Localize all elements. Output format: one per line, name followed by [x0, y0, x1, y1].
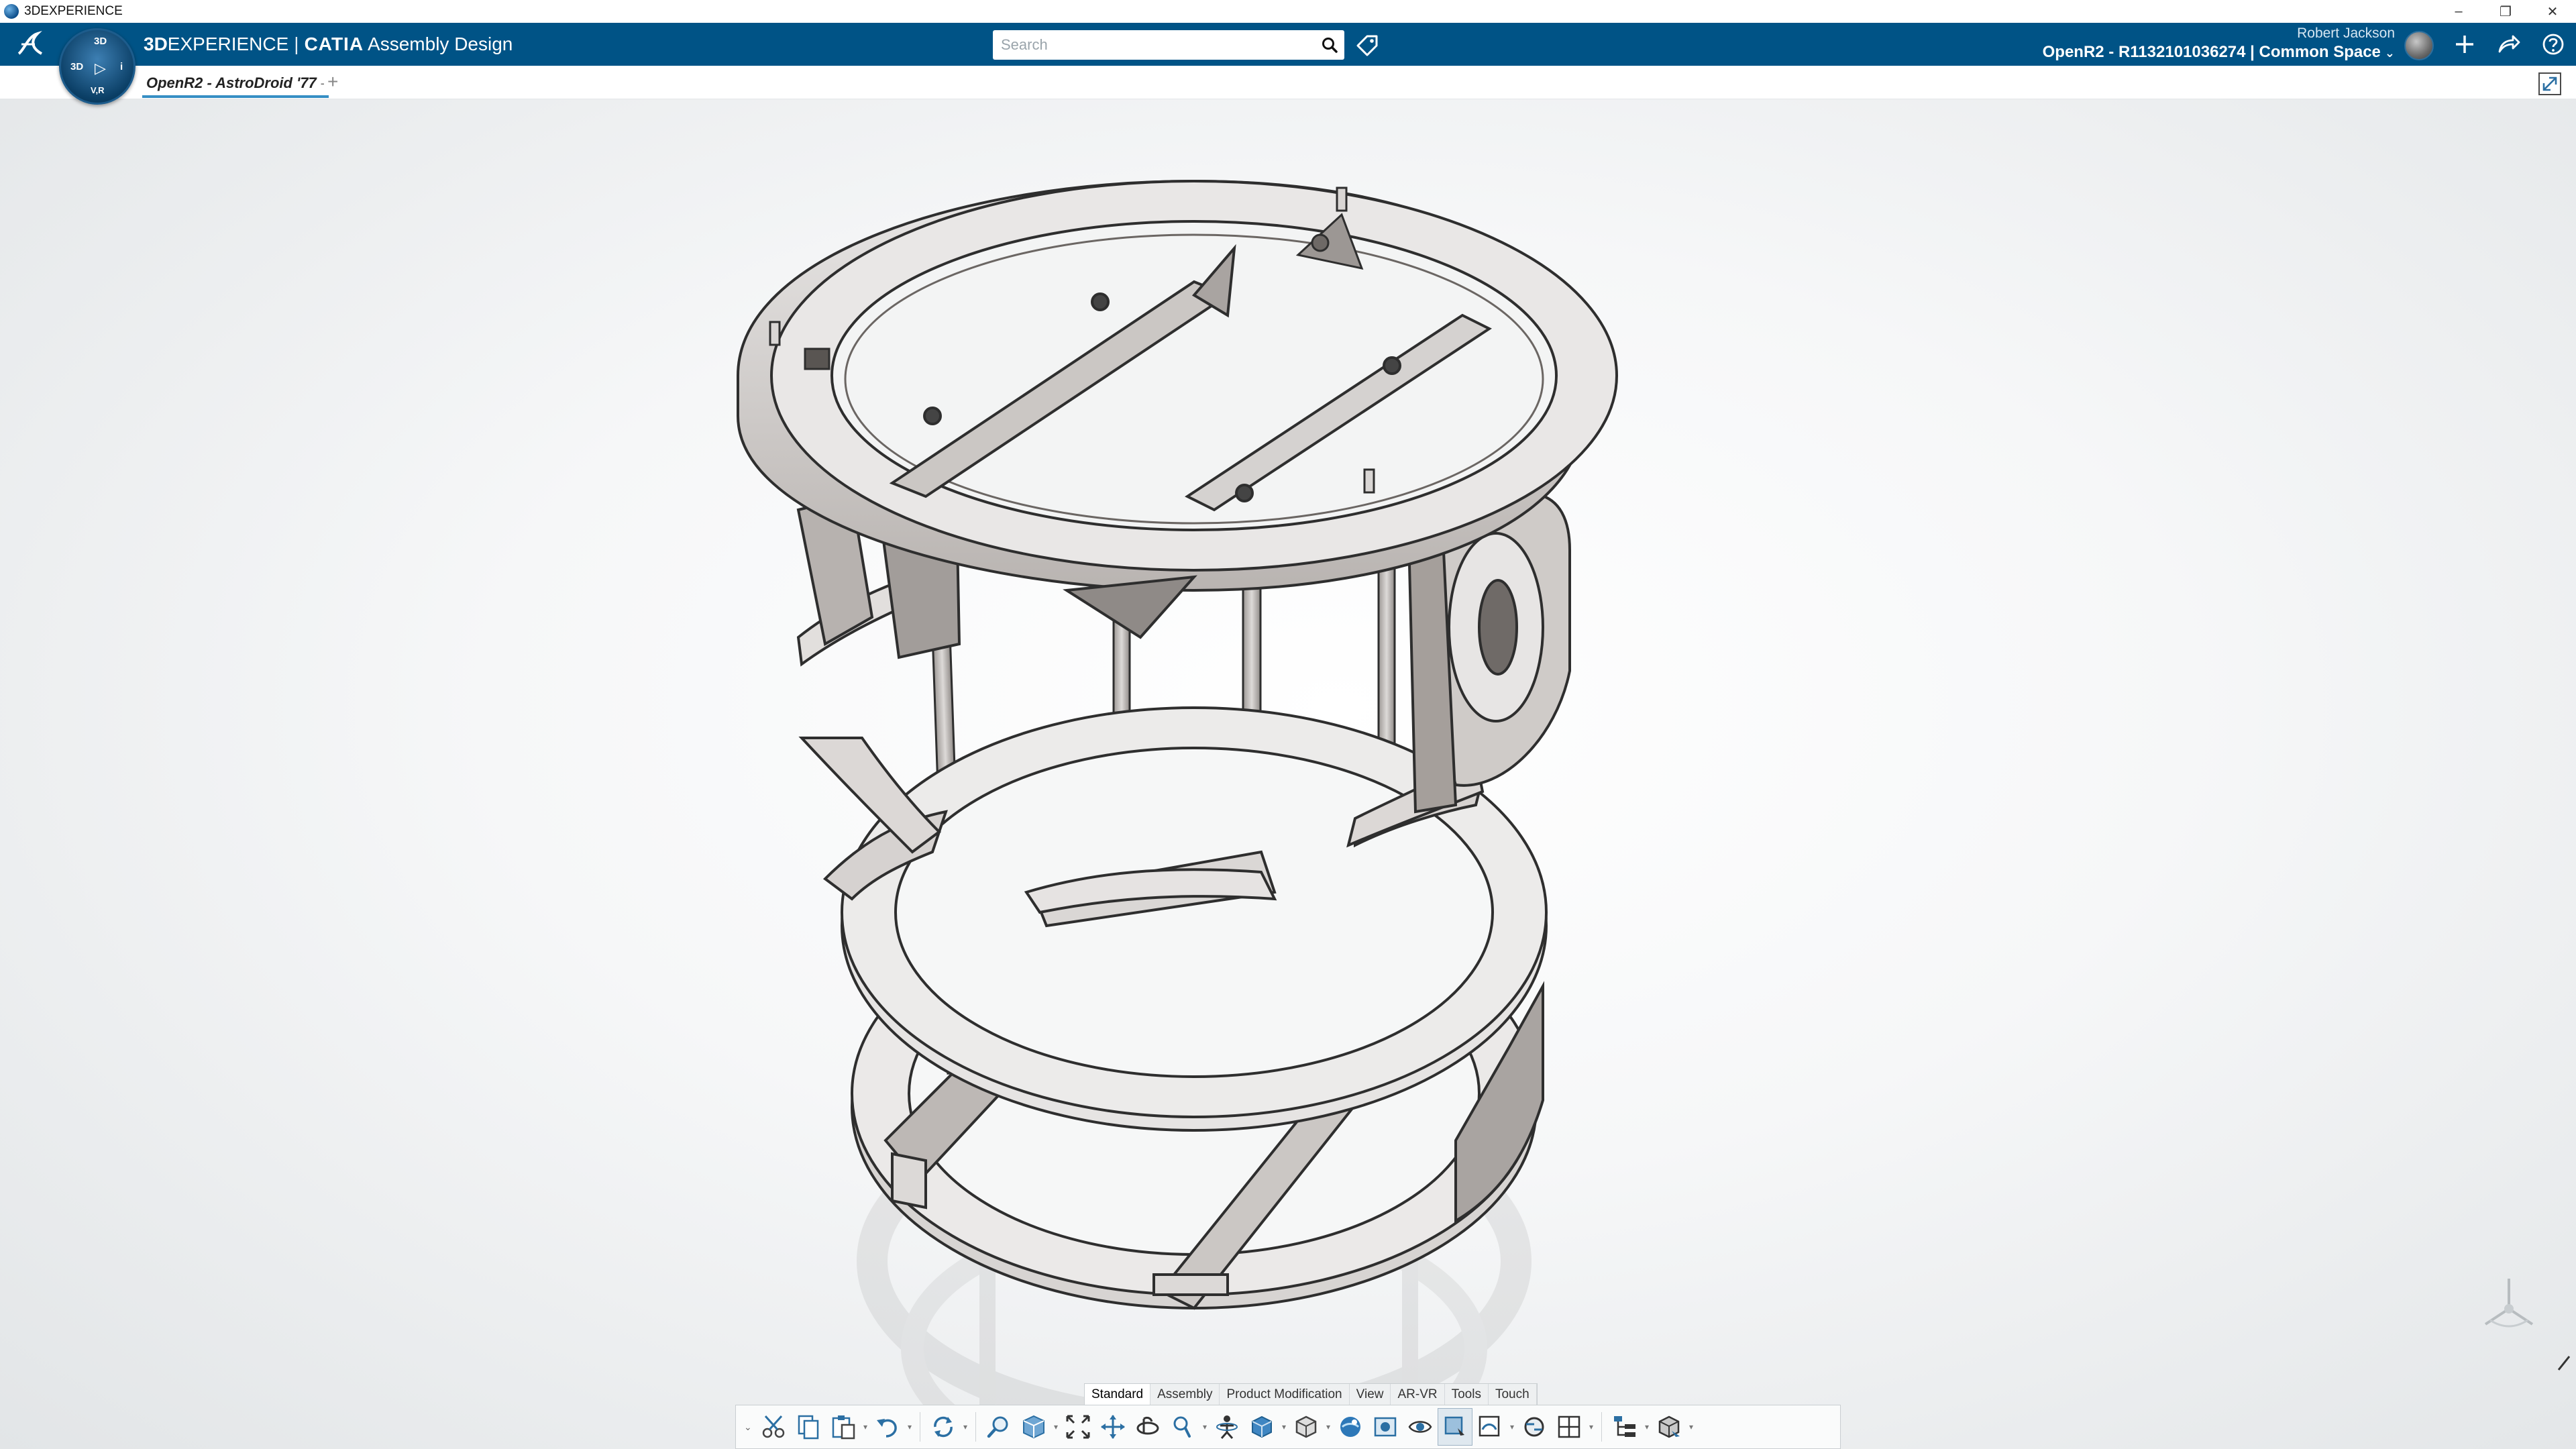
zoom-in-out-icon[interactable]: [1165, 1408, 1200, 1446]
close-window-button[interactable]: ✕: [2529, 0, 2576, 23]
axis-triad-icon[interactable]: [2475, 1272, 2542, 1332]
search-input[interactable]: [993, 30, 1315, 60]
compass-left: 3D: [70, 61, 84, 72]
paste-options-dropdown[interactable]: ▾: [861, 1408, 870, 1446]
tab-tools[interactable]: Tools: [1445, 1384, 1489, 1405]
restore-button[interactable]: ❐: [2482, 0, 2529, 23]
tree-dropdown[interactable]: ▾: [1642, 1408, 1652, 1446]
collab-space-label: OpenR2 - R1132101036274 | Common Space: [2042, 43, 2381, 61]
search-box[interactable]: [993, 30, 1344, 60]
tab-view[interactable]: View: [1350, 1384, 1391, 1405]
compass-widget[interactable]: 3D 3D ▷ i V,R: [59, 28, 136, 105]
zoom-icon[interactable]: [981, 1408, 1016, 1446]
window-title: 3DEXPERIENCE: [24, 4, 123, 18]
snapshot-icon[interactable]: [1368, 1408, 1403, 1446]
update-icon[interactable]: [926, 1408, 961, 1446]
app-brand: 3DEXPERIENCE | CATIA Assembly Design: [144, 34, 513, 55]
action-bar-toolbar: ⌄ ▾ ▾ ▾ ▾ ▾ ▾ ▾ ▾ ▾ ▾ ▾: [735, 1405, 1841, 1449]
insert-dropdown[interactable]: ▾: [1686, 1408, 1696, 1446]
window-controls: – ❐ ✕: [2435, 0, 2576, 23]
os-title-bar: 3DEXPERIENCE – ❐ ✕: [0, 0, 2576, 23]
3d-viewport[interactable]: [0, 99, 2576, 1449]
view-cube-icon[interactable]: [1016, 1408, 1051, 1446]
tag-icon[interactable]: [1354, 32, 1381, 59]
toolbar-separator: [975, 1412, 976, 1442]
user-name: Robert Jackson: [2297, 25, 2395, 41]
undo-icon[interactable]: [870, 1408, 905, 1446]
brand-experience: EXPERIENCE: [167, 34, 289, 54]
search-icon[interactable]: [1315, 30, 1344, 60]
share-icon[interactable]: [2494, 30, 2524, 59]
tab-document[interactable]: OpenR2 - AstroDroid '77 -: [142, 71, 329, 98]
top-ring[interactable]: [737, 179, 1618, 592]
add-tab-button[interactable]: +: [327, 71, 338, 93]
render-style-dropdown[interactable]: ▾: [1324, 1408, 1333, 1446]
layout-icon[interactable]: [1552, 1408, 1587, 1446]
avatar[interactable]: [2404, 31, 2434, 60]
chevron-down-icon[interactable]: ⌄: [744, 1421, 756, 1433]
tab-product-modification[interactable]: Product Modification: [1220, 1384, 1350, 1405]
app-top-bar: 3DEXPERIENCE|CATIAAssembly Design Robert…: [0, 23, 2576, 66]
view-cube-dropdown[interactable]: ▾: [1051, 1408, 1061, 1446]
rotate-icon[interactable]: [1130, 1408, 1165, 1446]
fit-all-icon[interactable]: [1061, 1408, 1095, 1446]
copy-icon[interactable]: [791, 1408, 826, 1446]
paste-icon[interactable]: [826, 1408, 861, 1446]
assembly-model[interactable]: [0, 99, 2576, 1449]
zoom-dropdown[interactable]: ▾: [1200, 1408, 1210, 1446]
minimize-button[interactable]: –: [2435, 0, 2482, 23]
ambiance-icon[interactable]: [1333, 1408, 1368, 1446]
tab-standard[interactable]: Standard: [1085, 1384, 1151, 1405]
undo-dropdown[interactable]: ▾: [905, 1408, 914, 1446]
section-icon[interactable]: [1472, 1408, 1507, 1446]
brand-3d: 3D: [144, 34, 168, 54]
help-icon[interactable]: [2538, 30, 2568, 59]
app-name: Assembly Design: [368, 34, 513, 54]
play-icon[interactable]: ▷: [95, 60, 106, 77]
brand-product: CATIA: [304, 34, 364, 54]
clipping-icon[interactable]: [1438, 1408, 1472, 1446]
add-icon[interactable]: [2450, 30, 2479, 59]
compass-bottom: V,R: [91, 85, 105, 95]
tab-document-label: OpenR2 - AstroDroid '77: [146, 74, 317, 91]
section-dropdown[interactable]: ▾: [1507, 1408, 1517, 1446]
toolbar-separator: [1601, 1412, 1602, 1442]
collab-space-selector[interactable]: OpenR2 - R1132101036274 | Common Space ⌄: [2043, 43, 2395, 62]
compass-top: 3D: [94, 36, 107, 47]
fly-mode-icon[interactable]: [1210, 1408, 1244, 1446]
tab-menu-icon[interactable]: -: [321, 76, 325, 91]
pan-icon[interactable]: [1095, 1408, 1130, 1446]
refresh-view-icon[interactable]: [1517, 1408, 1552, 1446]
view-selector-icon[interactable]: [1244, 1408, 1279, 1446]
tree-icon[interactable]: [1607, 1408, 1642, 1446]
tab-ar-vr[interactable]: AR-VR: [1391, 1384, 1445, 1405]
cut-icon[interactable]: [756, 1408, 791, 1446]
chevron-down-icon: ⌄: [2384, 46, 2395, 60]
compass-right: i: [120, 61, 123, 72]
view-selector-dropdown[interactable]: ▾: [1279, 1408, 1289, 1446]
update-dropdown[interactable]: ▾: [961, 1408, 970, 1446]
layout-dropdown[interactable]: ▾: [1587, 1408, 1596, 1446]
tab-assembly[interactable]: Assembly: [1150, 1384, 1220, 1405]
fullscreen-icon[interactable]: [2537, 71, 2563, 97]
pointer-icon: [2557, 1356, 2571, 1371]
app-logo-icon: [4, 4, 19, 19]
hide-show-icon[interactable]: [1403, 1408, 1438, 1446]
render-style-icon[interactable]: [1289, 1408, 1324, 1446]
top-actions: [2450, 30, 2568, 59]
dassault-logo-icon[interactable]: [15, 30, 46, 66]
action-bar-section-tabs: Standard Assembly Product Modification V…: [1084, 1383, 1538, 1405]
brand-separator: |: [294, 34, 299, 54]
tab-touch[interactable]: Touch: [1489, 1384, 1537, 1405]
insert-product-icon[interactable]: [1652, 1408, 1686, 1446]
document-tab-bar: OpenR2 - AstroDroid '77 - +: [0, 66, 2576, 99]
